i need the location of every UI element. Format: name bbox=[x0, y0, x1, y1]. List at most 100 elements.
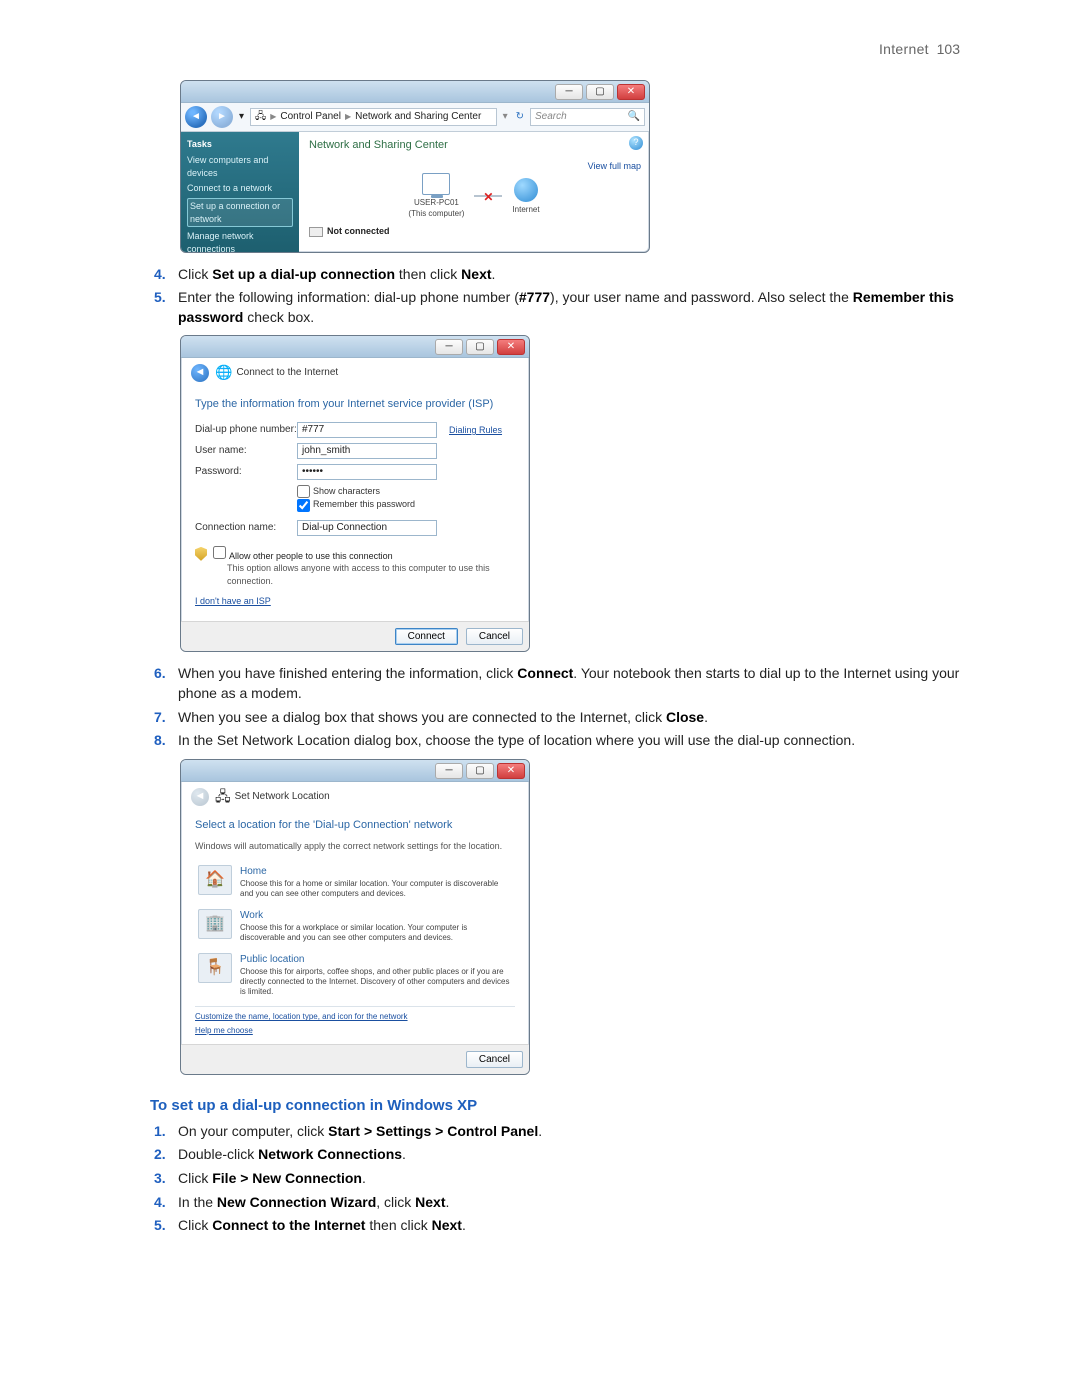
chapter-name: Internet bbox=[879, 41, 929, 57]
cancel-button[interactable]: Cancel bbox=[466, 628, 523, 645]
shield-icon bbox=[195, 547, 207, 561]
search-placeholder: Search bbox=[535, 110, 567, 124]
location-desc: Choose this for airports, coffee shops, … bbox=[240, 967, 512, 997]
back-button[interactable]: ◄ bbox=[191, 788, 209, 806]
phone-label: Dial-up phone number: bbox=[195, 423, 297, 437]
titlebar: ─ ▢ ✕ bbox=[181, 336, 529, 358]
row-connection-name: Connection name: Dial-up Connection bbox=[195, 520, 515, 536]
back-button[interactable]: ◄ bbox=[185, 106, 207, 128]
wizard-prompt: Select a location for the 'Dial-up Conne… bbox=[195, 818, 515, 833]
no-isp-link[interactable]: I don't have an ISP bbox=[195, 595, 271, 608]
view-full-map-link[interactable]: View full map bbox=[588, 160, 641, 173]
dialog-footer: Connect Cancel bbox=[181, 621, 529, 651]
step-item: Enter the following information: dial-up… bbox=[150, 288, 960, 327]
location-desc: Choose this for a home or similar locati… bbox=[240, 879, 512, 899]
maximize-button[interactable]: ▢ bbox=[466, 339, 494, 355]
phone-input[interactable]: #777 bbox=[297, 422, 437, 438]
connection-name-input[interactable]: Dial-up Connection bbox=[297, 520, 437, 536]
not-connected-status: Not connected bbox=[309, 225, 639, 238]
show-characters-checkbox[interactable]: Show characters bbox=[297, 485, 515, 498]
minimize-button[interactable]: ─ bbox=[555, 84, 583, 100]
main-title: Network and Sharing Center bbox=[309, 138, 639, 153]
allow-others-row: Allow other people to use this connectio… bbox=[195, 546, 515, 563]
minimize-button[interactable]: ─ bbox=[435, 763, 463, 779]
step-item: When you have finished entering the info… bbox=[150, 664, 960, 703]
node-label: USER-PC01 bbox=[408, 197, 464, 208]
screenshot-connect-to-internet: ─ ▢ ✕ ◄ 🌐 Connect to the Internet Type t… bbox=[180, 335, 530, 652]
section-heading-xp: To set up a dial-up connection in Window… bbox=[150, 1095, 960, 1116]
row-password: Password: •••••• bbox=[195, 464, 515, 480]
remember-password-checkbox[interactable]: Remember this password bbox=[297, 498, 515, 511]
connect-button[interactable]: Connect bbox=[395, 628, 458, 645]
location-option[interactable]: WorkChoose this for a workplace or simil… bbox=[195, 904, 515, 948]
page-header: Internet 103 bbox=[150, 40, 960, 60]
step-item: Click File > New Connection. bbox=[150, 1169, 960, 1189]
maximize-button[interactable]: ▢ bbox=[466, 763, 494, 779]
customize-link[interactable]: Customize the name, location type, and i… bbox=[195, 1011, 515, 1022]
back-button[interactable]: ◄ bbox=[191, 364, 209, 382]
step-item: Click Connect to the Internet then click… bbox=[150, 1216, 960, 1236]
main-pane: ? Network and Sharing Center View full m… bbox=[299, 132, 649, 252]
breadcrumb-item[interactable]: Control Panel bbox=[280, 110, 341, 124]
tasks-pane: Tasks View computers and devices Connect … bbox=[181, 132, 299, 252]
titlebar: ─ ▢ ✕ bbox=[181, 760, 529, 782]
dialog-footer: Cancel bbox=[181, 1044, 529, 1074]
computer-icon bbox=[422, 173, 450, 195]
page-number: 103 bbox=[937, 41, 960, 57]
location-title: Public location bbox=[240, 953, 512, 967]
search-input[interactable]: Search 🔍 bbox=[530, 108, 645, 126]
breadcrumb-icon: 🖧 bbox=[255, 110, 266, 124]
step-item: In the Set Network Location dialog box, … bbox=[150, 731, 960, 751]
wizard-title: Set Network Location bbox=[235, 790, 330, 804]
screenshot-set-network-location: ─ ▢ ✕ ◄ 🖧 Set Network Location Select a … bbox=[180, 759, 530, 1075]
row-username: User name: john_smith bbox=[195, 443, 515, 459]
password-input[interactable]: •••••• bbox=[297, 464, 437, 480]
breadcrumb-item[interactable]: Network and Sharing Center bbox=[355, 110, 481, 124]
tasks-title: Tasks bbox=[187, 138, 293, 151]
wizard-sub: Windows will automatically apply the cor… bbox=[195, 840, 515, 853]
location-option[interactable]: HomeChoose this for a home or similar lo… bbox=[195, 860, 515, 904]
tasks-link[interactable]: View computers and devices bbox=[187, 154, 293, 179]
username-input[interactable]: john_smith bbox=[297, 443, 437, 459]
tasks-link[interactable]: Manage network connections bbox=[187, 230, 293, 252]
help-icon[interactable]: ? bbox=[629, 136, 643, 150]
connection-line: ✕ bbox=[474, 195, 502, 197]
step-item: In the New Connection Wizard, click Next… bbox=[150, 1193, 960, 1213]
close-button[interactable]: ✕ bbox=[617, 84, 645, 100]
location-icon bbox=[198, 865, 232, 895]
allow-others-hint: This option allows anyone with access to… bbox=[227, 562, 515, 587]
tasks-link[interactable]: Set up a connection or network bbox=[187, 198, 293, 227]
nic-icon bbox=[309, 227, 323, 237]
close-button[interactable]: ✕ bbox=[497, 339, 525, 355]
not-connected-label: Not connected bbox=[327, 225, 390, 238]
step-item: When you see a dialog box that shows you… bbox=[150, 708, 960, 728]
step-item: Click Set up a dial-up connection then c… bbox=[150, 265, 960, 285]
maximize-button[interactable]: ▢ bbox=[586, 84, 614, 100]
node-sublabel: (This computer) bbox=[408, 208, 464, 219]
username-label: User name: bbox=[195, 444, 297, 458]
network-diagram: USER-PC01 (This computer) ✕ Internet bbox=[309, 173, 639, 219]
address-toolbar: ◄ ► ▾ 🖧 ▶ Control Panel ▶ Network and Sh… bbox=[181, 103, 649, 132]
minimize-button[interactable]: ─ bbox=[435, 339, 463, 355]
location-desc: Choose this for a workplace or similar l… bbox=[240, 923, 512, 943]
breadcrumb[interactable]: 🖧 ▶ Control Panel ▶ Network and Sharing … bbox=[250, 108, 497, 126]
cancel-button[interactable]: Cancel bbox=[466, 1051, 523, 1068]
row-phone: Dial-up phone number: #777 Dialing Rules bbox=[195, 422, 515, 438]
allow-others-checkbox[interactable]: Allow other people to use this connectio… bbox=[213, 546, 393, 563]
close-button[interactable]: ✕ bbox=[497, 763, 525, 779]
step-item: On your computer, click Start > Settings… bbox=[150, 1122, 960, 1142]
globe-icon bbox=[514, 178, 538, 202]
wizard-prompt: Type the information from your Internet … bbox=[195, 397, 515, 412]
help-me-choose-link[interactable]: Help me choose bbox=[195, 1025, 515, 1036]
tasks-link[interactable]: Connect to a network bbox=[187, 182, 293, 195]
forward-button[interactable]: ► bbox=[211, 106, 233, 128]
dialing-rules-link[interactable]: Dialing Rules bbox=[449, 424, 502, 437]
steps-list-xp: On your computer, click Start > Settings… bbox=[150, 1122, 960, 1236]
node-label: Internet bbox=[512, 204, 539, 215]
network-icon: 🖧 bbox=[215, 787, 231, 807]
steps-list-a: Click Set up a dial-up connection then c… bbox=[150, 265, 960, 328]
step-item: Double-click Network Connections. bbox=[150, 1145, 960, 1165]
location-icon bbox=[198, 953, 232, 983]
location-icon bbox=[198, 909, 232, 939]
location-option[interactable]: Public locationChoose this for airports,… bbox=[195, 948, 515, 1002]
